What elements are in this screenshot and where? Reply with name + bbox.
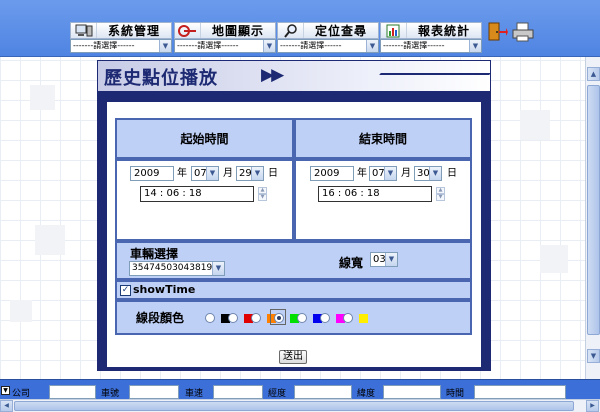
computer-icon — [71, 23, 97, 38]
scroll-up-icon[interactable]: ▲ — [587, 67, 600, 81]
header-stripe — [379, 73, 491, 75]
chevron-down-icon: ▼ — [384, 167, 396, 180]
start-time-input[interactable]: 14 : 06 : 18 — [140, 186, 254, 202]
line-width-select[interactable]: 03 ▼ — [370, 252, 398, 267]
vehicle-select[interactable]: 354745030438198 ▼ — [129, 261, 225, 276]
printer-icon[interactable] — [512, 22, 534, 42]
status-speed-label: 車速 — [185, 389, 204, 399]
horizontal-scrollbar[interactable]: ◀ ▶ — [0, 399, 600, 412]
status-company-label: 公司 — [12, 389, 31, 399]
start-year-unit: 年 — [177, 168, 187, 179]
exit-door-icon[interactable] — [486, 22, 508, 42]
show-time-checkbox[interactable]: ✓ — [120, 285, 131, 296]
status-longitude-field[interactable] — [294, 385, 352, 399]
panel-header: 歷史點位播放 ▶▶ — [98, 61, 491, 91]
menu-label: 定位查尋 — [314, 24, 367, 38]
submit-button[interactable]: 送出 — [279, 350, 307, 364]
chevron-down-icon: ▼ — [263, 40, 275, 52]
arrow-right-icon — [175, 23, 201, 38]
magnifier-icon — [278, 23, 304, 38]
chevron-down-icon: ▼ — [206, 167, 218, 180]
double-arrow-icon: ▶▶ — [261, 65, 284, 85]
scroll-left-icon[interactable]: ◀ — [0, 400, 13, 412]
background-square — [35, 225, 65, 255]
end-year-input[interactable]: 2009 — [310, 166, 354, 181]
start-month-select[interactable]: 07 ▼ — [191, 166, 219, 181]
spin-up-icon[interactable]: ▲ — [436, 187, 445, 194]
chevron-down-icon: ▼ — [385, 253, 397, 266]
line-color-radio[interactable] — [343, 313, 353, 323]
chevron-down-icon: ▼ — [159, 40, 171, 52]
page-title: 歷史點位播放 — [104, 68, 218, 89]
focus-outline — [270, 309, 286, 325]
line-color-label: 線段顏色 — [136, 311, 185, 325]
location-query-select[interactable]: -------請選擇------ ▼ — [277, 39, 379, 53]
menu-map-display[interactable]: 地圖顯示 — [174, 22, 276, 39]
background-square — [540, 245, 568, 273]
background-square — [10, 300, 32, 322]
spin-down-icon[interactable]: ▼ — [436, 194, 445, 201]
status-speed-field[interactable] — [213, 385, 263, 399]
chevron-down-icon: ▼ — [429, 167, 441, 180]
system-management-select[interactable]: -------請選擇------ ▼ — [70, 39, 172, 53]
line-color-radio[interactable] — [228, 313, 238, 323]
line-width-label: 線寬 — [339, 256, 364, 270]
vertical-scrollbar[interactable]: ▲ ▼ — [585, 57, 600, 379]
status-latitude-label: 緯度 — [357, 389, 376, 399]
report-icon — [381, 23, 407, 38]
end-time-header: 結束時間 — [294, 118, 472, 159]
end-year-unit: 年 — [357, 168, 367, 179]
status-longitude-label: 經度 — [268, 389, 287, 399]
line-color-radio[interactable] — [320, 313, 330, 323]
menu-location-query[interactable]: 定位查尋 — [277, 22, 379, 39]
start-year-input[interactable]: 2009 — [130, 166, 174, 181]
show-time-label: showTime — [133, 283, 196, 296]
status-plate-field[interactable] — [129, 385, 179, 399]
line-color-radio[interactable] — [205, 313, 215, 323]
menu-label: 報表統計 — [417, 24, 470, 38]
menu-label: 系統管理 — [107, 24, 160, 38]
map-display-select[interactable]: -------請選擇------ ▼ — [174, 39, 276, 53]
chevron-down-icon[interactable]: ▼ — [1, 386, 10, 395]
start-time-header: 起始時間 — [115, 118, 294, 159]
status-plate-label: 車號 — [101, 389, 120, 399]
end-time-input[interactable]: 16 : 06 : 18 — [318, 186, 432, 202]
line-color-radio[interactable] — [297, 313, 307, 323]
end-day-unit: 日 — [447, 168, 457, 179]
scrollbar-thumb[interactable] — [587, 85, 600, 335]
status-time-field[interactable] — [474, 385, 566, 399]
chevron-down-icon: ▼ — [366, 40, 378, 52]
start-day-unit: 日 — [268, 168, 278, 179]
chevron-down-icon: ▼ — [212, 262, 224, 275]
status-company-field[interactable] — [49, 385, 96, 399]
scroll-right-icon[interactable]: ▶ — [586, 400, 599, 412]
menu-system-management[interactable]: 系統管理 — [70, 22, 172, 39]
end-time-spinner[interactable]: ▲ ▼ — [436, 187, 445, 201]
scrollbar-thumb[interactable] — [14, 401, 574, 411]
background-square — [520, 110, 550, 140]
end-month-unit: 月 — [401, 168, 411, 179]
spin-down-icon[interactable]: ▼ — [258, 194, 267, 201]
background-square — [30, 85, 55, 110]
vehicle-label: 車輛選擇 — [130, 247, 179, 261]
menu-report-statistics[interactable]: 報表統計 — [380, 22, 482, 39]
end-day-select[interactable]: 30 ▼ — [414, 166, 442, 181]
status-time-label: 時間 — [446, 389, 465, 399]
line-color-radio[interactable] — [251, 313, 261, 323]
chevron-down-icon: ▼ — [469, 40, 481, 52]
start-time-spinner[interactable]: ▲ ▼ — [258, 187, 267, 201]
end-month-select[interactable]: 07 ▼ — [369, 166, 397, 181]
color-swatch — [359, 314, 368, 323]
start-day-select[interactable]: 29 ▼ — [236, 166, 264, 181]
chevron-down-icon: ▼ — [251, 167, 263, 180]
scroll-down-icon[interactable]: ▼ — [587, 349, 600, 363]
status-latitude-field[interactable] — [383, 385, 441, 399]
report-statistics-select[interactable]: -------請選擇------ ▼ — [380, 39, 482, 53]
spin-up-icon[interactable]: ▲ — [258, 187, 267, 194]
top-menu-bar: 系統管理 地圖顯示 定位查尋 報表統計 -------請選擇------ ▼ --… — [0, 0, 600, 57]
start-month-unit: 月 — [223, 168, 233, 179]
menu-label: 地圖顯示 — [211, 24, 264, 38]
